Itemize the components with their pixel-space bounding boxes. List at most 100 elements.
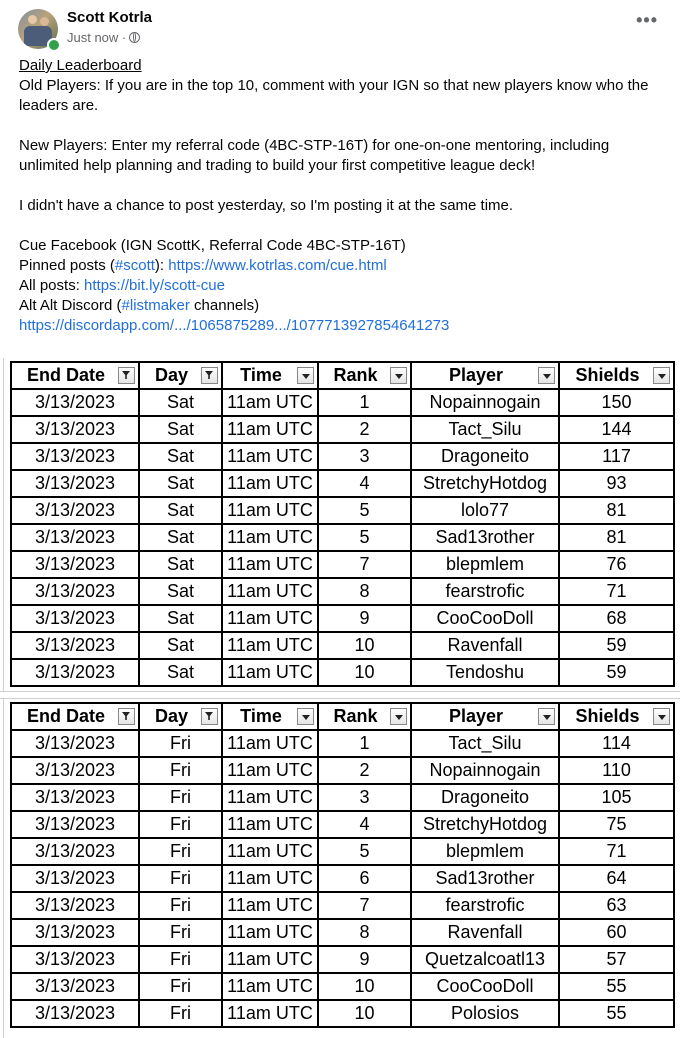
filter-dropdown-icon[interactable]: [118, 708, 135, 725]
header-day: Day: [138, 361, 223, 390]
cell-day: Fri: [138, 918, 223, 947]
table-row: 3/13/2023 Sat 11am UTC 2 Tact_Silu 144: [10, 415, 675, 444]
cell-rank: 10: [317, 658, 412, 687]
cell-shields: 76: [558, 550, 675, 579]
filter-dropdown-icon[interactable]: [118, 367, 135, 384]
filter-dropdown-icon[interactable]: [390, 708, 407, 725]
filter-dropdown-icon[interactable]: [538, 367, 555, 384]
cell-rank: 2: [317, 756, 412, 785]
cell-day: Sat: [138, 604, 223, 633]
cell-day: Sat: [138, 550, 223, 579]
cell-end-date: 3/13/2023: [10, 523, 140, 552]
kotrlas-link[interactable]: https://www.kotrlas.com/cue.html: [168, 257, 386, 274]
table-row: 3/13/2023 Sat 11am UTC 3 Dragoneito 117: [10, 442, 675, 471]
image-separator: [0, 691, 680, 699]
post-title: Daily Leaderboard: [19, 57, 142, 74]
post-body: Daily Leaderboard Old Players: If you ar…: [19, 56, 669, 336]
cell-rank: 8: [317, 918, 412, 947]
leaderboard-image-sat[interactable]: End Date Day Time Rank Player Shields 3/…: [3, 358, 676, 691]
sat-header-row: End Date Day Time Rank Player Shields: [10, 361, 675, 390]
cell-rank: 4: [317, 469, 412, 498]
fri-header-row: End Date Day Time Rank Player Shields: [10, 702, 675, 731]
header-rank: Rank: [317, 702, 412, 731]
cell-player: Sad13rother: [410, 864, 560, 893]
cell-day: Sat: [138, 442, 223, 471]
bitly-link[interactable]: https://bit.ly/scott-cue: [84, 277, 225, 294]
old-players-text: Old Players: If you are in the top 10, c…: [19, 77, 649, 114]
table-row: 3/13/2023 Fri 11am UTC 8 Ravenfall 60: [10, 918, 675, 947]
table-row: 3/13/2023 Fri 11am UTC 9 Quetzalcoatl13 57: [10, 945, 675, 974]
filter-dropdown-icon[interactable]: [538, 708, 555, 725]
cell-time: 11am UTC: [221, 837, 319, 866]
cue-facebook-text: Cue Facebook (IGN ScottK, Referral Code …: [19, 237, 406, 254]
cell-time: 11am UTC: [221, 415, 319, 444]
cell-end-date: 3/13/2023: [10, 918, 140, 947]
cell-day: Sat: [138, 577, 223, 606]
fri-leaderboard-table: End Date Day Time Rank Player Shields 3/…: [10, 702, 675, 1028]
cell-end-date: 3/13/2023: [10, 388, 140, 417]
filter-dropdown-icon[interactable]: [390, 367, 407, 384]
cell-player: blepmlem: [410, 550, 560, 579]
table-row: 3/13/2023 Sat 11am UTC 8 fearstrofic 71: [10, 577, 675, 606]
sat-leaderboard-table: End Date Day Time Rank Player Shields 3/…: [10, 361, 675, 687]
filter-dropdown-icon[interactable]: [297, 367, 314, 384]
cell-player: CooCooDoll: [410, 604, 560, 633]
cell-end-date: 3/13/2023: [10, 945, 140, 974]
cell-player: StretchyHotdog: [410, 469, 560, 498]
filter-dropdown-icon[interactable]: [201, 708, 218, 725]
cell-shields: 60: [558, 918, 675, 947]
cell-player: fearstrofic: [410, 891, 560, 920]
cell-time: 11am UTC: [221, 523, 319, 552]
cell-player: Nopainnogain: [410, 756, 560, 785]
cell-day: Fri: [138, 945, 223, 974]
cell-rank: 9: [317, 604, 412, 633]
cell-end-date: 3/13/2023: [10, 577, 140, 606]
filter-dropdown-icon[interactable]: [201, 367, 218, 384]
listmaker-hashtag-link[interactable]: #listmaker: [122, 297, 190, 314]
cell-rank: 10: [317, 999, 412, 1028]
cell-rank: 2: [317, 415, 412, 444]
cell-player: Tact_Silu: [410, 729, 560, 758]
discord-prefix: Alt Alt Discord (: [19, 297, 122, 314]
post-timestamp[interactable]: Just now ·: [67, 30, 126, 45]
more-options-icon[interactable]: •••: [636, 10, 658, 31]
filter-dropdown-icon[interactable]: [653, 367, 670, 384]
cell-time: 11am UTC: [221, 631, 319, 660]
scott-hashtag-link[interactable]: #scott: [115, 257, 155, 274]
cell-time: 11am UTC: [221, 604, 319, 633]
discord-link[interactable]: https://discordapp.com/.../1065875289...…: [19, 317, 449, 334]
cell-shields: 117: [558, 442, 675, 471]
header-time: Time: [221, 361, 319, 390]
cell-player: blepmlem: [410, 837, 560, 866]
cell-day: Sat: [138, 388, 223, 417]
cell-end-date: 3/13/2023: [10, 550, 140, 579]
cell-rank: 7: [317, 891, 412, 920]
cell-player: Dragoneito: [410, 442, 560, 471]
cell-day: Fri: [138, 837, 223, 866]
table-row: 3/13/2023 Fri 11am UTC 4 StretchyHotdog 75: [10, 810, 675, 839]
cell-rank: 1: [317, 388, 412, 417]
cell-day: Sat: [138, 658, 223, 687]
cell-day: Fri: [138, 810, 223, 839]
cell-end-date: 3/13/2023: [10, 469, 140, 498]
author-name[interactable]: Scott Kotrla: [67, 9, 152, 26]
cell-player: fearstrofic: [410, 577, 560, 606]
cell-player: StretchyHotdog: [410, 810, 560, 839]
leaderboard-image-fri[interactable]: End Date Day Time Rank Player Shields 3/…: [3, 699, 676, 1038]
cell-time: 11am UTC: [221, 756, 319, 785]
cell-time: 11am UTC: [221, 783, 319, 812]
globe-icon[interactable]: [129, 32, 141, 43]
online-status-indicator: [47, 38, 61, 52]
cell-end-date: 3/13/2023: [10, 658, 140, 687]
cell-day: Fri: [138, 783, 223, 812]
filter-dropdown-icon[interactable]: [653, 708, 670, 725]
cell-rank: 6: [317, 864, 412, 893]
cell-time: 11am UTC: [221, 442, 319, 471]
filter-dropdown-icon[interactable]: [297, 708, 314, 725]
cell-shields: 150: [558, 388, 675, 417]
cell-shields: 93: [558, 469, 675, 498]
cell-player: Ravenfall: [410, 631, 560, 660]
cell-rank: 3: [317, 442, 412, 471]
cell-shields: 144: [558, 415, 675, 444]
cell-shields: 81: [558, 496, 675, 525]
